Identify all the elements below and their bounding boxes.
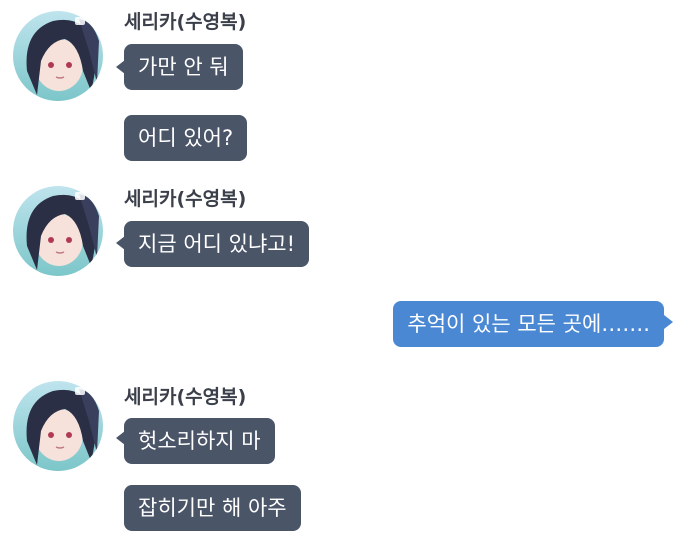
sender-name: 세리카(수영복): [124, 11, 247, 33]
avatar-portrait-icon: [13, 381, 103, 471]
sender-name: 세리카(수영복): [124, 188, 247, 210]
avatar[interactable]: [13, 381, 103, 471]
incoming-message-bubble[interactable]: 어디 있어?: [124, 115, 248, 161]
avatar-portrait-icon: [13, 11, 103, 101]
incoming-message-bubble[interactable]: 잡히기만 해 아주: [124, 485, 301, 531]
avatar[interactable]: [13, 11, 103, 101]
outgoing-message-bubble[interactable]: 추억이 있는 모든 곳에…….: [393, 301, 664, 347]
incoming-message-bubble[interactable]: 헛소리하지 마: [124, 418, 275, 464]
bubble-tail: [664, 315, 673, 329]
incoming-message-bubble[interactable]: 지금 어디 있냐고!: [124, 221, 310, 267]
sender-name: 세리카(수영복): [124, 386, 247, 408]
incoming-message-bubble[interactable]: 가만 안 둬: [124, 44, 243, 90]
avatar[interactable]: [13, 186, 103, 276]
avatar-portrait-icon: [13, 186, 103, 276]
